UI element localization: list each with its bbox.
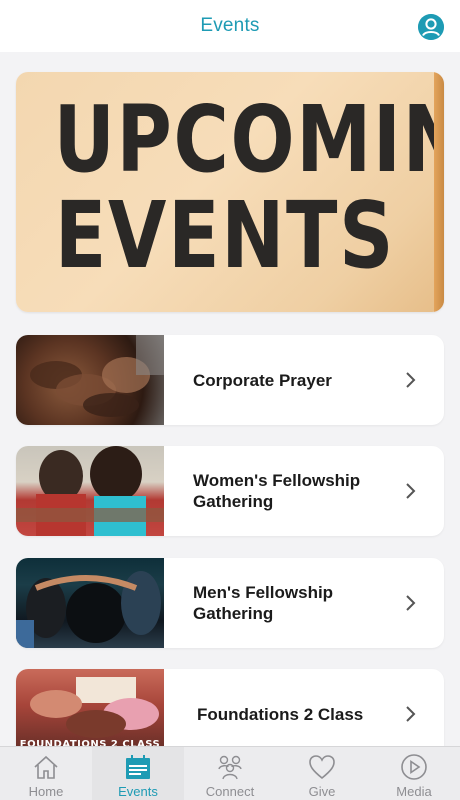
banner-line-2: EVENTS bbox=[54, 182, 396, 289]
tab-label: Media bbox=[396, 784, 432, 799]
chevron-right-icon bbox=[394, 586, 428, 620]
top-navigation-bar: Events bbox=[0, 0, 460, 52]
banner-line-1: UPCOMING bbox=[53, 86, 444, 193]
upcoming-events-banner[interactable]: UPCOMING EVENTS bbox=[16, 72, 444, 312]
heart-icon bbox=[307, 753, 337, 781]
people-icon bbox=[215, 753, 245, 781]
page-title: Events bbox=[200, 15, 260, 36]
profile-button[interactable] bbox=[418, 14, 444, 40]
praying-hands-thumbnail bbox=[16, 335, 164, 425]
event-title: Foundations 2 Class bbox=[197, 704, 364, 724]
tab-events[interactable]: Events bbox=[92, 747, 184, 800]
play-circle-icon bbox=[399, 753, 429, 781]
house-icon bbox=[31, 753, 61, 781]
bottom-tab-bar: Home Events Connect Give Media bbox=[0, 746, 460, 800]
men-praying-thumbnail bbox=[16, 558, 164, 648]
tab-label: Give bbox=[308, 784, 336, 799]
tab-label: Connect bbox=[205, 784, 255, 799]
event-title: Women's Fellowship Gathering bbox=[193, 471, 361, 511]
women-embracing-thumbnail bbox=[16, 446, 164, 536]
events-screen: Events UPCOMING EVENTS Corporate P bbox=[0, 0, 460, 800]
event-title: Men's Fellowship Gathering bbox=[193, 583, 334, 623]
tab-label: Events bbox=[118, 784, 158, 799]
tab-media[interactable]: Media bbox=[368, 747, 460, 800]
tab-connect[interactable]: Connect bbox=[184, 747, 276, 800]
chevron-right-icon bbox=[394, 697, 428, 731]
chevron-right-icon bbox=[394, 474, 428, 508]
user-circle-icon bbox=[418, 14, 444, 40]
banner-text: UPCOMING EVENTS bbox=[53, 86, 444, 289]
tab-home[interactable]: Home bbox=[0, 747, 92, 800]
chevron-right-icon bbox=[394, 363, 428, 397]
event-title: Corporate Prayer bbox=[193, 370, 332, 390]
event-card-corporate-prayer[interactable]: Corporate Prayer bbox=[16, 335, 444, 425]
tab-label: Home bbox=[28, 784, 64, 799]
calendar-icon bbox=[123, 753, 153, 781]
tab-give[interactable]: Give bbox=[276, 747, 368, 800]
event-card-mens-fellowship[interactable]: Men's Fellowship Gathering bbox=[16, 558, 444, 648]
event-card-womens-fellowship[interactable]: Women's Fellowship Gathering bbox=[16, 446, 444, 536]
